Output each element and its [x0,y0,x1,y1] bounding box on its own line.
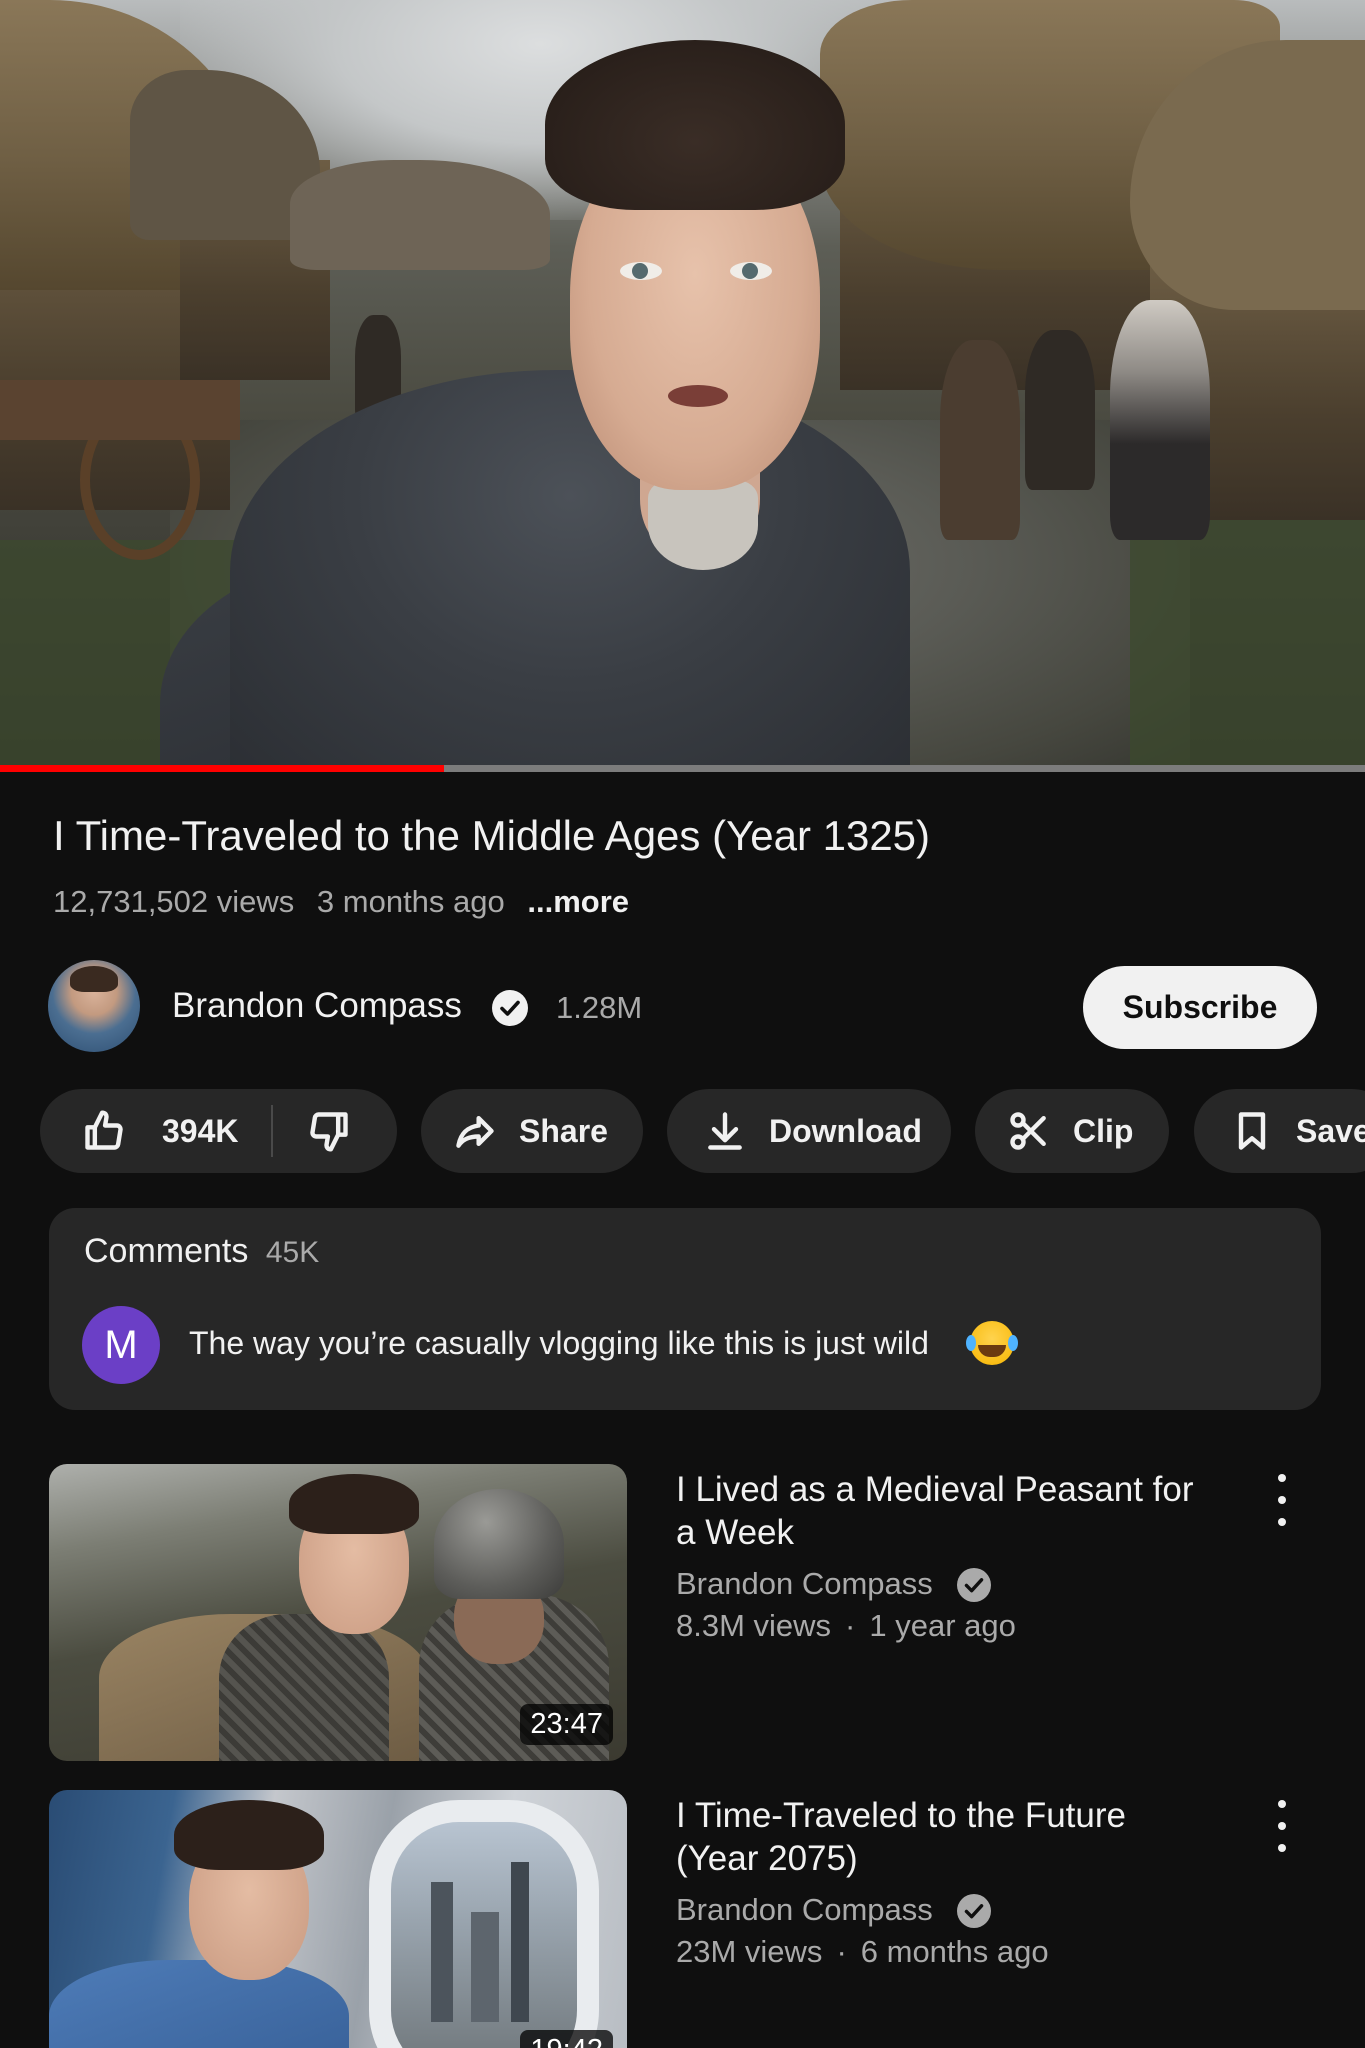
person-hair [545,40,845,210]
thumbs-down-icon[interactable] [307,1109,351,1153]
comments-panel[interactable]: Comments 45K M The way you’re casually v… [49,1208,1321,1410]
wooden-cart [0,380,240,440]
view-count: 12,731,502 views [53,884,295,919]
like-dislike-group: 394K [40,1089,397,1173]
subscribe-button[interactable]: Subscribe [1083,966,1317,1049]
more-options-icon[interactable] [1267,1800,1297,1852]
clip-button[interactable]: Clip [975,1089,1169,1173]
like-count[interactable]: 394K [162,1113,239,1150]
eye [620,262,662,280]
check-circle-icon [957,1894,991,1928]
person-shirt [648,480,758,570]
progress-bar[interactable] [0,765,1365,772]
chip-divider [270,1105,273,1157]
save-button[interactable]: Save [1194,1089,1365,1173]
mouth [668,385,728,407]
video-thumbnail[interactable]: 23:47 [49,1464,627,1761]
share-arrow-icon [456,1115,494,1148]
thumb-hair [289,1474,419,1534]
villager [1110,300,1210,540]
progress-fill [0,765,444,772]
scissors-icon [1010,1112,1046,1150]
more-link[interactable]: ...more [527,884,629,919]
villager [940,340,1020,540]
commenter-avatar[interactable]: M [82,1306,160,1384]
avatar-hair [70,966,118,992]
video-duration: 19:42 [520,2030,613,2048]
eye [730,262,772,280]
comments-heading: Comments [84,1232,249,1270]
subscriber-count: 1.28M [556,990,643,1025]
recommended-stats: 23M views · 6 months ago [676,1934,1049,1970]
check-circle-icon [492,990,528,1026]
recommended-age: 1 year ago [869,1608,1016,1643]
download-icon [708,1112,742,1150]
save-label: Save [1296,1112,1365,1149]
thumbs-up-icon[interactable] [82,1109,126,1153]
skyscraper [471,1912,499,2022]
chainmail [219,1614,389,1761]
comments-count: 45K [265,1236,320,1269]
recommended-channel: Brandon Compass [676,1566,933,1601]
person-hoodie [230,370,910,772]
download-label: Download [769,1112,922,1149]
airplane-window [369,1800,599,2048]
comments-header: Comments 45K [84,1232,319,1271]
villager [1025,330,1095,490]
laughing-emoji-icon [966,1321,1014,1365]
video-duration: 23:47 [520,1704,613,1745]
recommended-video[interactable]: 19:42 I Time-Traveled to the Future (Yea… [49,1790,1321,2048]
download-button[interactable]: Download [667,1089,951,1173]
recommended-age: 6 months ago [860,1934,1049,1969]
recommended-title[interactable]: I Lived as a Medieval Peasant for a Week [676,1468,1196,1554]
skyscraper [431,1882,453,2022]
video-player[interactable] [0,0,1365,772]
check-circle-icon [957,1568,991,1602]
separator-dot: · [845,1608,856,1643]
recommended-stats: 8.3M views · 1 year ago [676,1608,1016,1644]
channel-avatar[interactable] [48,960,140,1052]
thumb-vest [49,1960,349,2048]
top-comment-text: The way you’re casually vlogging like th… [189,1325,929,1361]
video-meta: 12,731,502 views 3 months ago ...more [53,884,643,920]
more-options-icon[interactable] [1267,1474,1297,1526]
recommended-channel: Brandon Compass [676,1892,933,1927]
channel-name[interactable]: Brandon Compass [172,986,462,1026]
distant-roofs [290,160,550,270]
separator-dot: · [836,1934,847,1969]
recommended-title[interactable]: I Time-Traveled to the Future (Year 2075… [676,1794,1196,1880]
upload-age: 3 months ago [316,884,505,919]
thumb-hair [174,1800,324,1870]
video-title: I Time-Traveled to the Middle Ages (Year… [53,812,931,859]
video-thumbnail[interactable]: 19:42 [49,1790,627,2048]
clip-label: Clip [1073,1112,1134,1149]
recommended-views: 23M views [676,1934,823,1969]
knight-helmet [434,1489,564,1599]
share-button[interactable]: Share [421,1089,643,1173]
bookmark-icon [1238,1112,1266,1150]
recommended-views: 8.3M views [676,1608,832,1643]
share-label: Share [519,1112,608,1149]
recommended-video[interactable]: 23:47 I Lived as a Medieval Peasant for … [49,1464,1321,1764]
skyscraper [511,1862,529,2022]
